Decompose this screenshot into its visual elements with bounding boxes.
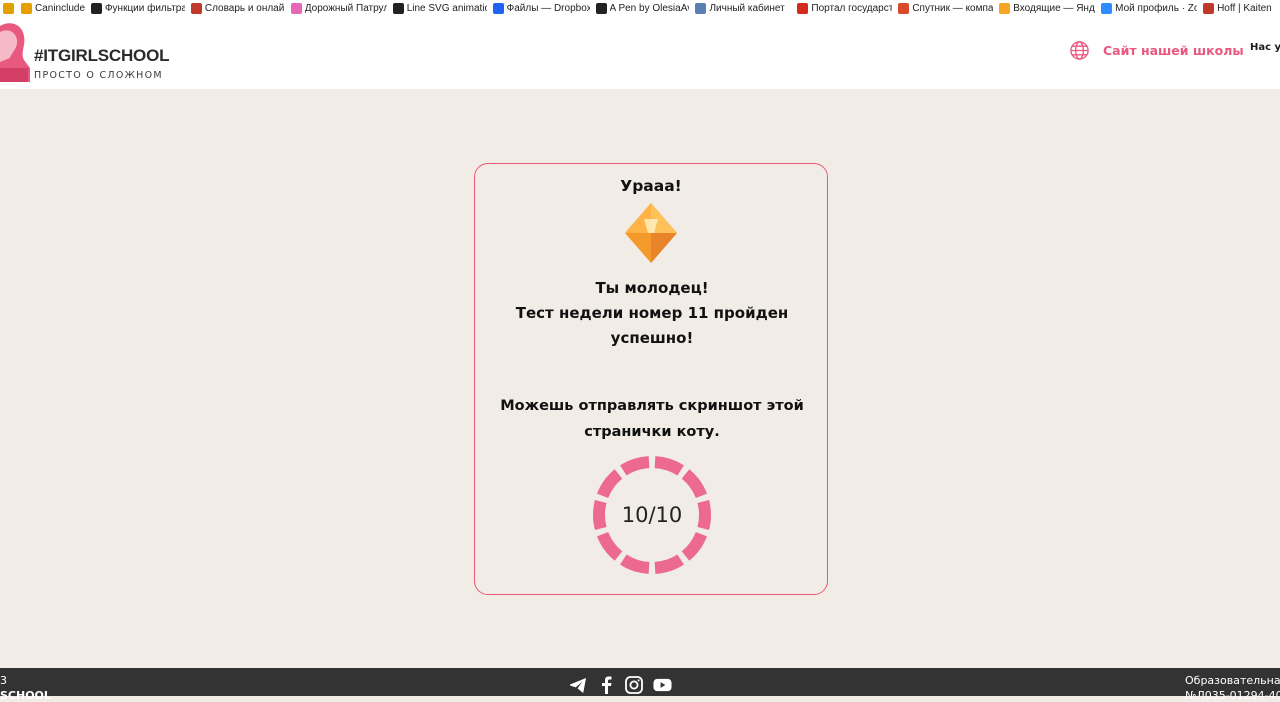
bookmark-item[interactable]: Мой профиль · Zoom bbox=[1098, 0, 1200, 16]
mail-icon bbox=[999, 2, 1011, 14]
dictionary-icon bbox=[190, 2, 202, 14]
site-footer: 3 SCHOOL Образовательная №Л035-01294-40 bbox=[0, 668, 1280, 702]
logo-subtitle: ПРОСТО О СЛОЖНОМ bbox=[34, 70, 163, 81]
globe-icon[interactable] bbox=[1069, 40, 1090, 61]
bookmark-label: Line SVG animation bbox=[406, 2, 487, 14]
bookmark-item[interactable]: Файлы — Dropbox bbox=[490, 0, 593, 16]
bookmark-item[interactable]: A Pen by OlesiaAv bbox=[593, 0, 693, 16]
bookmark-icon bbox=[3, 2, 14, 14]
logo-title[interactable]: #ITGIRLSCHOOL bbox=[34, 46, 169, 66]
card-heading: Урааа! bbox=[620, 177, 682, 195]
bookmark-label: Мой профиль · Zoom bbox=[1115, 2, 1198, 14]
message-line: успешно! bbox=[610, 329, 694, 347]
bookmark-item[interactable]: Caninclude bbox=[18, 0, 88, 16]
bookmark-label: Спутник — компания bbox=[912, 2, 994, 14]
dropbox-icon bbox=[492, 2, 504, 14]
bookmark-item[interactable]: Hoff | Kaiten bbox=[1200, 0, 1280, 16]
logo-girl-icon[interactable] bbox=[0, 18, 30, 82]
telegram-icon[interactable] bbox=[568, 675, 588, 695]
bookmark-label: Hoff | Kaiten bbox=[1217, 2, 1272, 14]
codepen-icon bbox=[392, 2, 404, 14]
success-message: Ты молодец! Тест недели номер 11 пройден… bbox=[495, 276, 809, 351]
bookmarks-bar: жи Caninclude Функции фильтра Словарь и онл… bbox=[0, 0, 1280, 16]
result-card: Урааа! Ты молодец! Тест недели номер 11 … bbox=[474, 163, 828, 595]
hint-line: Можешь отправлять скриншот этой bbox=[500, 398, 804, 414]
instagram-icon[interactable] bbox=[624, 675, 644, 695]
patrol-icon bbox=[290, 2, 302, 14]
function-icon bbox=[90, 2, 102, 14]
caninclude-icon bbox=[20, 2, 32, 14]
bookmark-label: Дорожный Патруль bbox=[304, 2, 387, 14]
bookmark-label: Словарь и онлайн bbox=[204, 2, 285, 14]
bookmark-item[interactable]: Спутник — компания bbox=[895, 0, 996, 16]
bookmark-item[interactable]: Функции фильтра bbox=[88, 0, 188, 16]
message-line: Тест недели номер 11 пройден bbox=[515, 304, 789, 322]
bookmark-label: A Pen by OlesiaAv bbox=[609, 2, 690, 14]
bookmark-label: Caninclude bbox=[34, 2, 85, 14]
bookmark-item[interactable]: Входящие — Яндекс bbox=[996, 0, 1098, 16]
nav-link-partial[interactable]: Нас уж bbox=[1250, 42, 1280, 53]
message-line: Ты молодец! bbox=[595, 279, 709, 297]
social-links bbox=[568, 675, 672, 695]
bookmark-label: Входящие — Яндекс bbox=[1013, 2, 1095, 14]
facebook-icon[interactable] bbox=[596, 675, 616, 695]
bookmark-label: Портал государственных bbox=[811, 2, 893, 14]
hint-line: странички коту. bbox=[584, 424, 720, 440]
bookmark-item[interactable]: Портал государственных bbox=[794, 0, 895, 16]
bookmark-label: Личный кабинет bbox=[709, 2, 785, 14]
score-text: 10/10 bbox=[621, 503, 683, 527]
footer-org-type: Образовательная bbox=[1185, 674, 1280, 687]
site-header: #ITGIRLSCHOOL ПРОСТО О СЛОЖНОМ Сайт наше… bbox=[0, 16, 1280, 89]
account-icon bbox=[695, 2, 707, 14]
bookmark-label: Файлы — Dropbox bbox=[506, 2, 590, 14]
sputnik-icon bbox=[898, 2, 910, 14]
gov-icon bbox=[797, 2, 809, 14]
bookmark-item[interactable]: Line SVG animation bbox=[390, 0, 490, 16]
crystal-icon bbox=[625, 203, 677, 263]
bookmark-item[interactable]: Личный кабинет bbox=[692, 0, 794, 16]
footer-year: 3 bbox=[0, 674, 7, 687]
screenshot-hint: Можешь отправлять скриншот этой страничк… bbox=[485, 393, 819, 445]
bookmark-label: Функции фильтра bbox=[104, 2, 185, 14]
youtube-icon[interactable] bbox=[652, 675, 672, 695]
zoom-icon bbox=[1101, 2, 1113, 14]
school-site-link[interactable]: Сайт нашей школы bbox=[1103, 43, 1244, 58]
bookmark-item[interactable]: Дорожный Патруль bbox=[288, 0, 390, 16]
bookmark-item[interactable]: жи bbox=[0, 0, 18, 16]
codepen-icon bbox=[595, 2, 607, 14]
bookmark-item[interactable]: Словарь и онлайн bbox=[188, 0, 288, 16]
kaiten-icon bbox=[1203, 2, 1215, 14]
